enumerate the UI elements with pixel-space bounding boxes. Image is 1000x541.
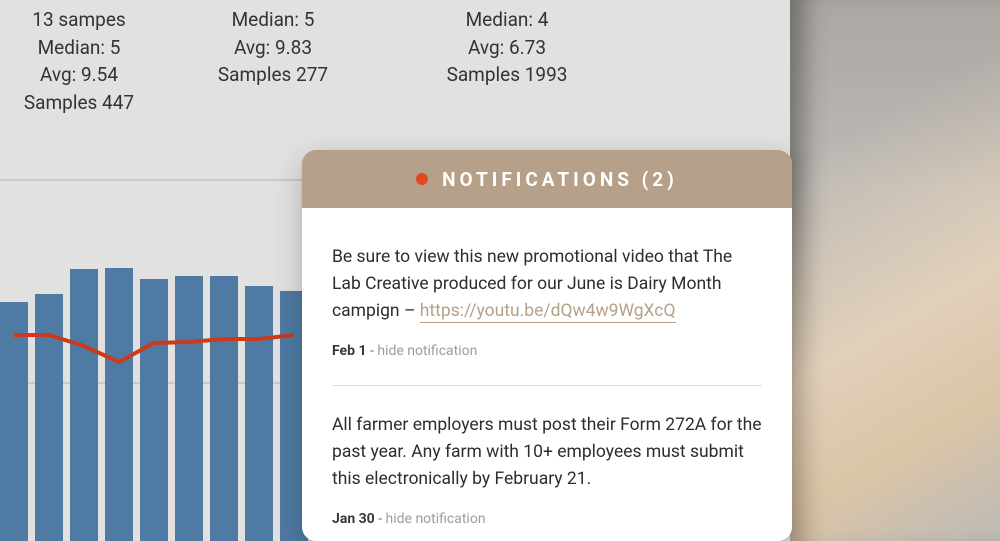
stat-block-1: 13 sampes Median: 5 Avg: 9.54 Samples 44… bbox=[0, 6, 158, 116]
notifications-title: NOTIFICATIONS (2) bbox=[442, 168, 678, 191]
stat-line: Avg: 9.54 bbox=[0, 61, 158, 89]
stat-line: Avg: 6.73 bbox=[388, 34, 626, 62]
stat-line: Avg: 9.83 bbox=[158, 34, 388, 62]
stat-block-2: Median: 5 Avg: 9.83 Samples 277 bbox=[158, 6, 388, 116]
stat-line: 13 sampes bbox=[0, 6, 158, 34]
stat-line: Median: 4 bbox=[388, 6, 626, 34]
notification-date: Jan 30 bbox=[332, 511, 375, 527]
stats-row: 13 sampes Median: 5 Avg: 9.54 Samples 44… bbox=[0, 6, 790, 116]
notification-item: All farmer employers must post their For… bbox=[332, 385, 762, 531]
notification-date: Feb 1 bbox=[332, 343, 367, 359]
notification-text: All farmer employers must post their For… bbox=[332, 415, 762, 489]
stat-line: Samples 277 bbox=[158, 61, 388, 89]
page-edge-bevel bbox=[790, 0, 1000, 541]
notification-link[interactable]: https://youtu.be/dQw4w9WgXcQ bbox=[420, 301, 676, 323]
hide-notification-link[interactable]: hide notification bbox=[386, 511, 486, 527]
notifications-body: Be sure to view this new promotional vid… bbox=[302, 208, 792, 531]
stat-line: Samples 1993 bbox=[388, 61, 626, 89]
stat-line: Median: 5 bbox=[0, 34, 158, 62]
notifications-header: NOTIFICATIONS (2) bbox=[302, 150, 792, 208]
stat-block-3: Median: 4 Avg: 6.73 Samples 1993 bbox=[388, 6, 626, 116]
summary-chart bbox=[0, 170, 308, 541]
chart-bars bbox=[0, 268, 308, 541]
notification-item: Be sure to view this new promotional vid… bbox=[332, 244, 762, 363]
notification-meta: Feb 1 hide notification bbox=[332, 341, 762, 363]
notifications-card: NOTIFICATIONS (2) Be sure to view this n… bbox=[302, 150, 792, 541]
hide-notification-link[interactable]: hide notification bbox=[377, 343, 477, 359]
notifications-indicator-icon bbox=[416, 173, 428, 185]
notification-meta: Jan 30 hide notification bbox=[332, 509, 762, 531]
stat-line: Samples 447 bbox=[0, 89, 158, 117]
chart-svg bbox=[0, 170, 308, 541]
stat-line: Median: 5 bbox=[158, 6, 388, 34]
